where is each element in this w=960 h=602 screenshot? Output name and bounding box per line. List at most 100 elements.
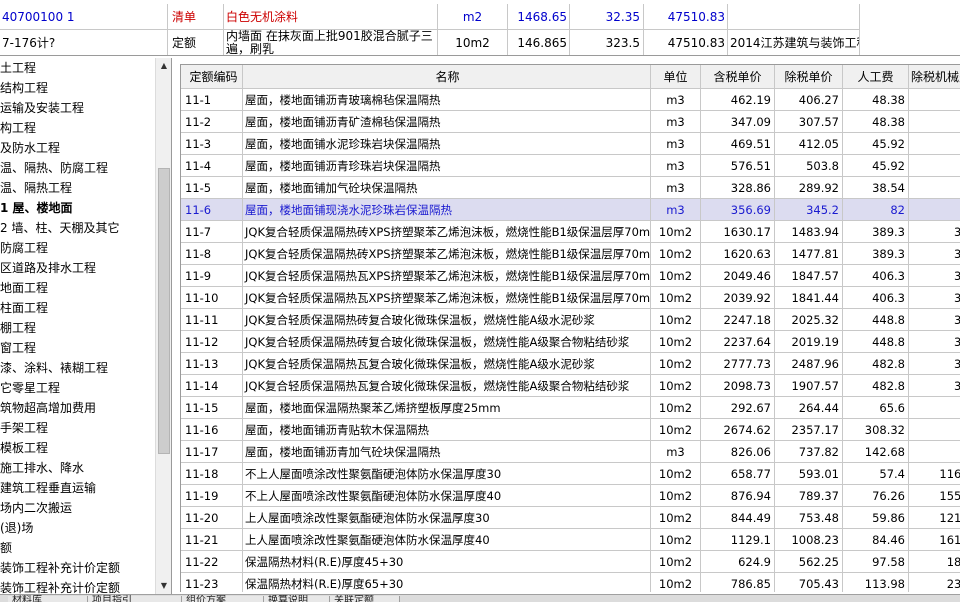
row-labor-cell[interactable]: 38.54 bbox=[843, 177, 909, 199]
row-tax-price-cell[interactable]: 2674.62 bbox=[701, 419, 775, 441]
row-name-cell[interactable]: 屋面，楼地面铺沥青玻璃棉毡保温隔热 bbox=[243, 89, 651, 111]
header-notax-price[interactable]: 除税单价 bbox=[775, 65, 843, 89]
row-unit-cell[interactable]: m3 bbox=[651, 155, 701, 177]
row-name-cell[interactable]: JQK复合轻质保温隔热瓦复合玻化微珠保温板，燃烧性能A级水泥砂浆 bbox=[243, 353, 651, 375]
row-notax-price-cell[interactable]: 289.92 bbox=[775, 177, 843, 199]
row-notax-price-cell[interactable]: 1008.23 bbox=[775, 529, 843, 551]
tree-item[interactable]: 模板工程 bbox=[0, 438, 155, 458]
tree-scrollbar[interactable]: ▲ ▼ bbox=[155, 58, 171, 594]
bill-type-cell[interactable]: 定额 bbox=[168, 30, 224, 55]
row-name-cell[interactable]: 不上人屋面喷涂改性聚氨酯硬泡体防水保温厚度40 bbox=[243, 485, 651, 507]
row-machine-cell[interactable] bbox=[909, 419, 960, 441]
header-unit[interactable]: 单位 bbox=[651, 65, 701, 89]
row-machine-cell[interactable]: 3. bbox=[909, 375, 960, 397]
row-notax-price-cell[interactable]: 2025.32 bbox=[775, 309, 843, 331]
row-labor-cell[interactable]: 65.6 bbox=[843, 397, 909, 419]
row-tax-price-cell[interactable]: 1630.17 bbox=[701, 221, 775, 243]
row-code-cell[interactable]: 11-11 bbox=[181, 309, 243, 331]
bill-row[interactable]: 7-176计? 定额 内墙面 在抹灰面上批901胶混合腻子三遍，刷乳 10m2 … bbox=[0, 30, 960, 55]
row-notax-price-cell[interactable]: 2357.17 bbox=[775, 419, 843, 441]
row-labor-cell[interactable]: 448.8 bbox=[843, 331, 909, 353]
row-machine-cell[interactable]: 3. bbox=[909, 221, 960, 243]
row-code-cell[interactable]: 11-10 bbox=[181, 287, 243, 309]
row-unit-cell[interactable]: m3 bbox=[651, 111, 701, 133]
row-labor-cell[interactable]: 45.92 bbox=[843, 155, 909, 177]
row-labor-cell[interactable]: 57.4 bbox=[843, 463, 909, 485]
table-row[interactable]: 11-3 屋面，楼地面铺水泥珍珠岩块保温隔热 m3 469.51 412.05 45.92 bbox=[181, 133, 960, 155]
row-machine-cell[interactable]: 3. bbox=[909, 331, 960, 353]
row-labor-cell[interactable]: 406.3 bbox=[843, 287, 909, 309]
tree-item[interactable]: 区道路及排水工程 bbox=[0, 258, 155, 278]
bottom-tab[interactable]: 换算说明 bbox=[264, 596, 330, 602]
tree-item[interactable]: 棚工程 bbox=[0, 318, 155, 338]
row-machine-cell[interactable]: 121. bbox=[909, 507, 960, 529]
header-name[interactable]: 名称 bbox=[243, 65, 651, 89]
row-unit-cell[interactable]: 10m2 bbox=[651, 485, 701, 507]
row-unit-cell[interactable]: m3 bbox=[651, 441, 701, 463]
bottom-tab[interactable]: 组价方案 bbox=[182, 596, 264, 602]
row-code-cell[interactable]: 11-6 bbox=[181, 199, 243, 221]
row-labor-cell[interactable]: 84.46 bbox=[843, 529, 909, 551]
tree-item[interactable]: 场内二次搬运 bbox=[0, 498, 155, 518]
tree-item[interactable]: 窗工程 bbox=[0, 338, 155, 358]
row-code-cell[interactable]: 11-5 bbox=[181, 177, 243, 199]
row-name-cell[interactable]: 屋面，楼地面铺沥青贴软木保温隔热 bbox=[243, 419, 651, 441]
bill-row[interactable]: 40700100 1 清单 白色无机涂料 m2 1468.65 32.35 47… bbox=[0, 4, 960, 30]
row-tax-price-cell[interactable]: 576.51 bbox=[701, 155, 775, 177]
bill-unit-cell[interactable]: m2 bbox=[438, 4, 508, 30]
bottom-tab[interactable]: 项目指引 bbox=[88, 596, 182, 602]
bill-total-cell[interactable]: 47510.83 bbox=[644, 4, 728, 30]
row-code-cell[interactable]: 11-16 bbox=[181, 419, 243, 441]
row-name-cell[interactable]: 屋面，楼地面铺沥青矿渣棉毡保温隔热 bbox=[243, 111, 651, 133]
row-notax-price-cell[interactable]: 737.82 bbox=[775, 441, 843, 463]
row-unit-cell[interactable]: m3 bbox=[651, 177, 701, 199]
row-notax-price-cell[interactable]: 753.48 bbox=[775, 507, 843, 529]
row-name-cell[interactable]: 不上人屋面喷涂改性聚氨酯硬泡体防水保温厚度30 bbox=[243, 463, 651, 485]
row-notax-price-cell[interactable]: 789.37 bbox=[775, 485, 843, 507]
row-tax-price-cell[interactable]: 356.69 bbox=[701, 199, 775, 221]
row-name-cell[interactable]: 保温隔热材料(R.E)厚度65+30 bbox=[243, 573, 651, 592]
tree-item[interactable]: 结构工程 bbox=[0, 78, 155, 98]
row-unit-cell[interactable]: 10m2 bbox=[651, 507, 701, 529]
table-row[interactable]: 11-16 屋面，楼地面铺沥青贴软木保温隔热 10m2 2674.62 2357.17 3… bbox=[181, 419, 960, 441]
row-code-cell[interactable]: 11-23 bbox=[181, 573, 243, 592]
row-notax-price-cell[interactable]: 705.43 bbox=[775, 573, 843, 592]
row-name-cell[interactable]: 屋面，楼地面保温隔热聚苯乙烯挤塑板厚度25mm bbox=[243, 397, 651, 419]
row-notax-price-cell[interactable]: 1477.81 bbox=[775, 243, 843, 265]
row-tax-price-cell[interactable]: 2049.46 bbox=[701, 265, 775, 287]
row-labor-cell[interactable]: 97.58 bbox=[843, 551, 909, 573]
tree-item[interactable]: 构工程 bbox=[0, 118, 155, 138]
row-labor-cell[interactable]: 389.3 bbox=[843, 221, 909, 243]
row-unit-cell[interactable]: 10m2 bbox=[651, 309, 701, 331]
header-code[interactable]: 定额编码 bbox=[181, 65, 243, 89]
row-unit-cell[interactable]: 10m2 bbox=[651, 551, 701, 573]
row-labor-cell[interactable]: 448.8 bbox=[843, 309, 909, 331]
table-row[interactable]: 11-11 JQK复合轻质保温隔热砖复合玻化微珠保温板，燃烧性能A级水泥砂浆 10m… bbox=[181, 309, 960, 331]
scroll-down-arrow-icon[interactable]: ▼ bbox=[156, 578, 171, 594]
table-row[interactable]: 11-13 JQK复合轻质保温隔热瓦复合玻化微珠保温板，燃烧性能A级水泥砂浆 10m… bbox=[181, 353, 960, 375]
table-row[interactable]: 11-1 屋面，楼地面铺沥青玻璃棉毡保温隔热 m3 462.19 406.27 48.38 bbox=[181, 89, 960, 111]
table-row[interactable]: 11-8 JQK复合轻质保温隔热砖XPS挤塑聚苯乙烯泡沫板，燃烧性能B1级保温层厚… bbox=[181, 243, 960, 265]
row-name-cell[interactable]: JQK复合轻质保温隔热砖复合玻化微珠保温板，燃烧性能A级水泥砂浆 bbox=[243, 309, 651, 331]
row-machine-cell[interactable]: 3. bbox=[909, 287, 960, 309]
row-tax-price-cell[interactable]: 1620.63 bbox=[701, 243, 775, 265]
row-code-cell[interactable]: 11-8 bbox=[181, 243, 243, 265]
row-code-cell[interactable]: 11-12 bbox=[181, 331, 243, 353]
bill-code-cell[interactable]: 7-176计? bbox=[0, 30, 168, 55]
row-unit-cell[interactable]: 10m2 bbox=[651, 331, 701, 353]
row-notax-price-cell[interactable]: 412.05 bbox=[775, 133, 843, 155]
tree-item[interactable]: 2 墙、柱、天棚及其它 bbox=[0, 218, 155, 238]
bill-source-cell[interactable]: 2014江苏建筑与装饰工程 bbox=[728, 30, 860, 55]
row-tax-price-cell[interactable]: 2039.92 bbox=[701, 287, 775, 309]
row-code-cell[interactable]: 11-13 bbox=[181, 353, 243, 375]
row-code-cell[interactable]: 11-21 bbox=[181, 529, 243, 551]
table-row[interactable]: 11-5 屋面，楼地面铺加气砼块保温隔热 m3 328.86 289.92 38.54 bbox=[181, 177, 960, 199]
table-row[interactable]: 11-12 JQK复合轻质保温隔热砖复合玻化微珠保温板，燃烧性能A级聚合物粘结砂浆… bbox=[181, 331, 960, 353]
row-unit-cell[interactable]: 10m2 bbox=[651, 529, 701, 551]
tree-item[interactable]: 运输及安装工程 bbox=[0, 98, 155, 118]
tree-item[interactable]: 装饰工程补充计价定额 bbox=[0, 578, 155, 594]
tree-item[interactable]: 地面工程 bbox=[0, 278, 155, 298]
row-unit-cell[interactable]: 10m2 bbox=[651, 287, 701, 309]
tree-item[interactable]: 手架工程 bbox=[0, 418, 155, 438]
row-tax-price-cell[interactable]: 328.86 bbox=[701, 177, 775, 199]
